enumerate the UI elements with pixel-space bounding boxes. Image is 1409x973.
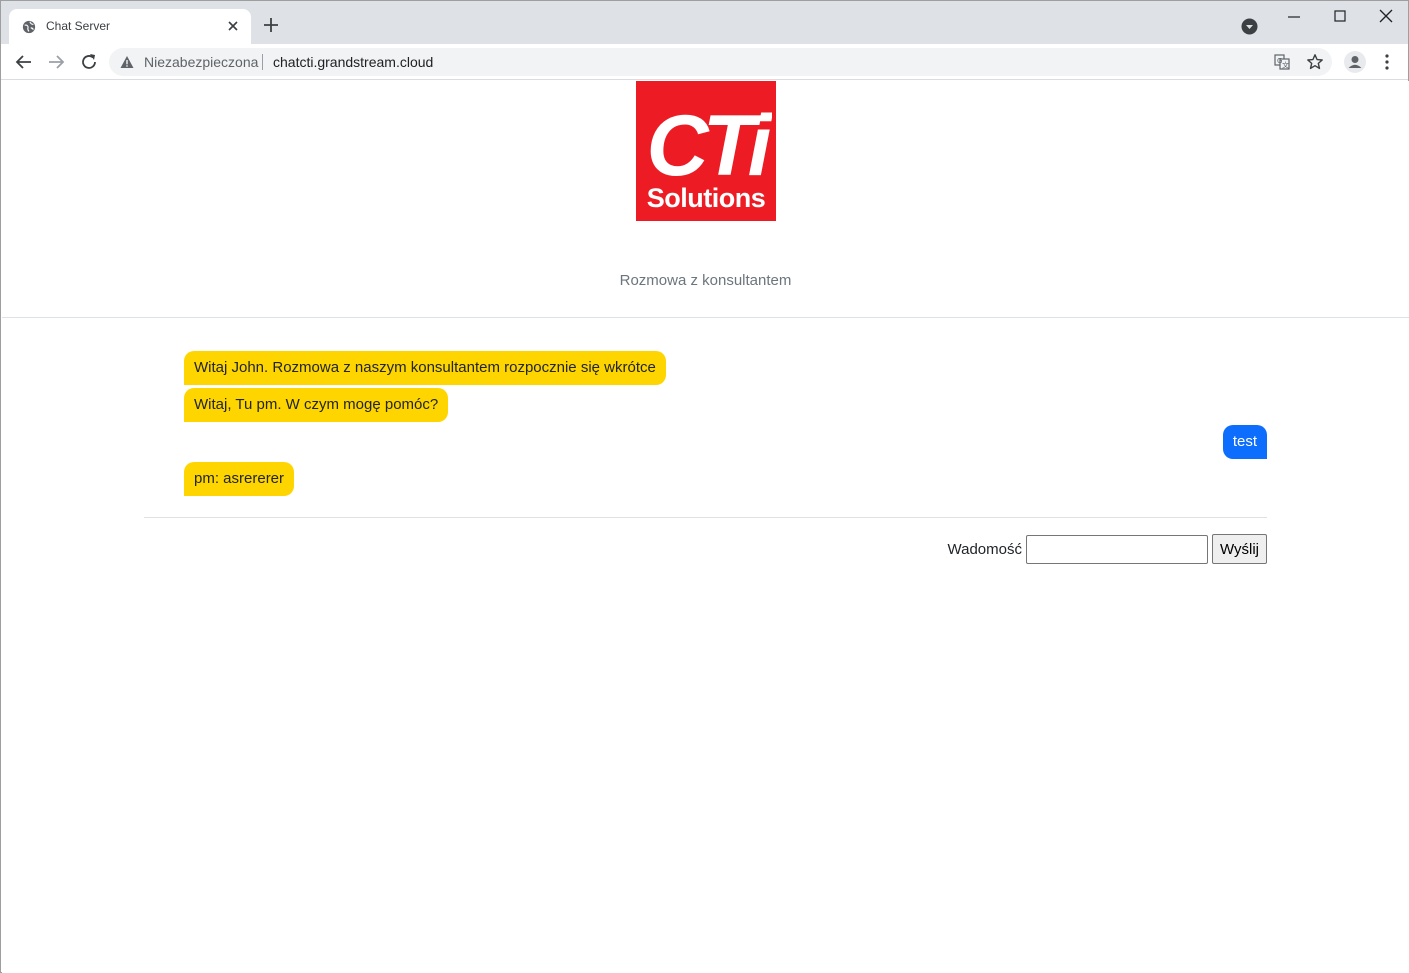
tab-title: Chat Server — [46, 19, 111, 33]
forward-arrow-icon[interactable] — [46, 52, 66, 72]
cti-solutions-logo: CTi Solutions — [636, 81, 776, 221]
security-status-label[interactable]: Niezabezpieczona — [144, 54, 258, 70]
omnibox-divider — [262, 54, 263, 70]
url-text[interactable]: chatcti.grandstream.cloud — [273, 54, 433, 70]
message-bubble-incoming: Witaj, Tu pm. W czym mogę pomóc? — [184, 388, 449, 422]
translate-icon[interactable]: G 文 — [1274, 54, 1290, 70]
maximize-icon[interactable] — [1331, 7, 1349, 25]
warning-triangle-icon[interactable] — [120, 55, 134, 69]
browser-toolbar: Niezabezpieczona chatcti.grandstream.clo… — [1, 44, 1408, 80]
message-bubble-incoming: Witaj John. Rozmowa z naszym konsultante… — [184, 351, 666, 385]
browser-window: Chat Server Niezabezpieczona chatcti.gra… — [0, 0, 1409, 973]
message-form: Wadomość Wyślij — [947, 534, 1267, 564]
message-label: Wadomość — [947, 540, 1022, 558]
window-close-icon[interactable] — [1377, 7, 1395, 25]
message-bubble-outgoing: test — [1222, 425, 1267, 459]
address-bar[interactable]: Niezabezpieczona chatcti.grandstream.clo… — [109, 48, 1332, 76]
account-avatar-icon[interactable] — [1343, 50, 1367, 74]
new-tab-plus-icon[interactable] — [262, 16, 280, 34]
globe-icon — [22, 20, 36, 34]
tab-search-dropdown-icon[interactable] — [1241, 18, 1258, 35]
tab-strip: Chat Server — [1, 1, 1408, 44]
logo-solutions-text: Solutions — [646, 183, 766, 213]
svg-text:文: 文 — [1282, 61, 1289, 70]
bookmark-star-icon[interactable] — [1306, 53, 1324, 71]
message-input[interactable] — [1025, 534, 1208, 564]
svg-text:CTi: CTi — [647, 111, 772, 183]
tab-chat-server[interactable]: Chat Server — [9, 9, 251, 44]
back-arrow-icon[interactable] — [14, 52, 34, 72]
send-button[interactable]: Wyślij — [1211, 534, 1267, 564]
message-bubble-incoming: pm: asrererer — [184, 462, 295, 496]
logo-cti-wordmark: CTi — [647, 111, 772, 183]
kebab-menu-icon[interactable] — [1379, 53, 1395, 71]
close-icon[interactable] — [225, 18, 241, 34]
minimize-icon[interactable] — [1285, 9, 1303, 25]
form-divider — [144, 517, 1267, 518]
reload-icon[interactable] — [79, 52, 99, 72]
page-content: CTi Solutions Rozmowa z konsultantem Wit… — [2, 81, 1409, 973]
chat-subtitle: Rozmowa z konsultantem — [619, 272, 792, 289]
header-divider — [2, 317, 1409, 318]
